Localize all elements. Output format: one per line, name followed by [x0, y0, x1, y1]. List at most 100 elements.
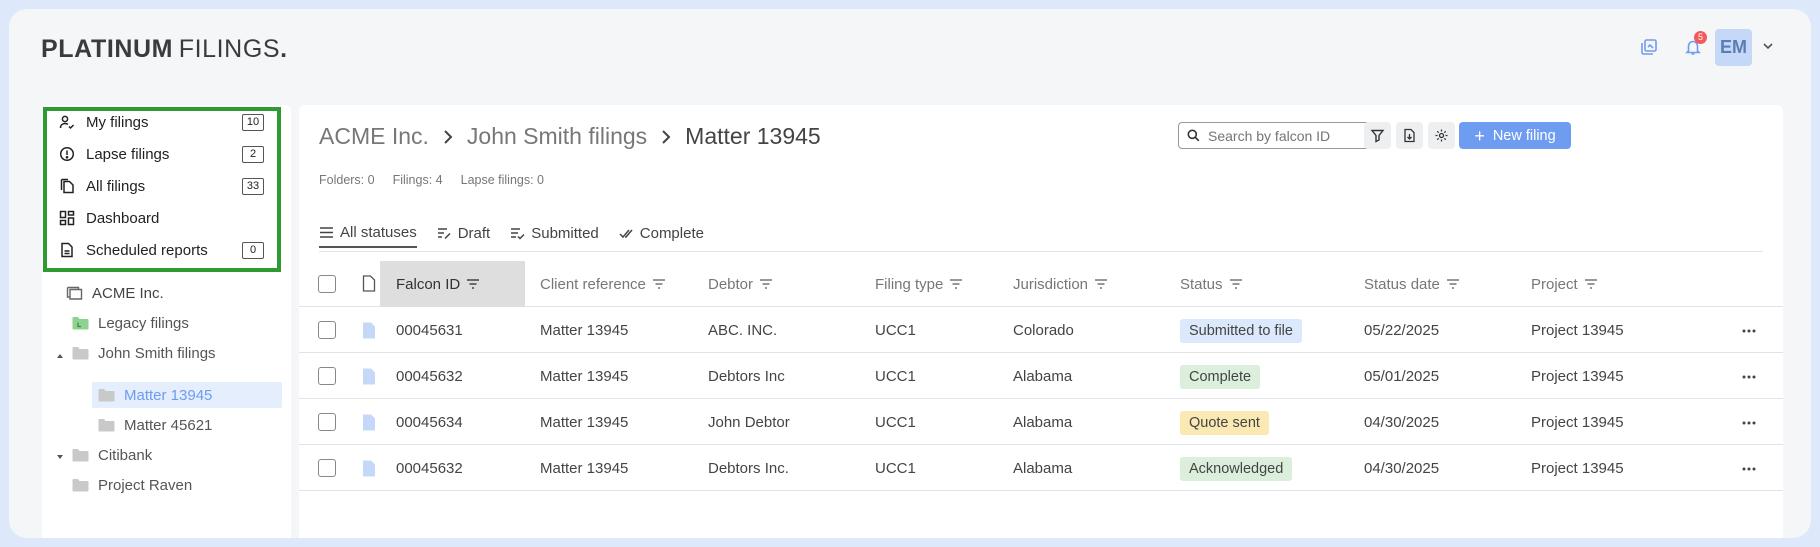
row-actions-button[interactable] [1739, 367, 1759, 387]
tree-item-label: Project Raven [98, 476, 193, 494]
dashboard-grid-icon [58, 209, 76, 227]
tab-draft[interactable]: Draft [437, 221, 491, 245]
cell-filing-type: UCC1 [875, 414, 916, 431]
tree-item-citibank[interactable]: Citibank [72, 442, 152, 468]
column-label: Client reference [540, 275, 646, 293]
column-label: Falcon ID [396, 275, 461, 293]
breadcrumb-item-current: Matter 13945 [685, 123, 821, 149]
breadcrumb-item-acme[interactable]: ACME Inc. [319, 123, 429, 150]
select-all-checkbox[interactable] [318, 275, 336, 293]
tab-complete[interactable]: Complete [619, 221, 704, 245]
collections-icon[interactable] [1637, 35, 1661, 59]
column-header-filing-type[interactable]: Filing type [875, 261, 963, 307]
search-icon [1187, 129, 1200, 142]
nav-item-dashboard[interactable]: Dashboard [58, 206, 270, 230]
nav-item-label: Dashboard [86, 209, 160, 227]
status-badge: Acknowledged [1180, 456, 1293, 481]
nav-item-label: Scheduled reports [86, 241, 208, 259]
tree-item-john-smith-filings[interactable]: John Smith filings [72, 340, 216, 366]
tree-item-matter-13945[interactable]: Matter 13945 [98, 382, 212, 408]
notifications-bell-icon[interactable]: 5 [1681, 31, 1707, 59]
column-header-status[interactable]: Status [1180, 261, 1243, 307]
table-row[interactable]: 00045631 Matter 13945 ABC. INC. UCC1 Col… [299, 308, 1783, 353]
filter-lines-icon [1095, 279, 1108, 289]
row-checkbox[interactable] [318, 413, 336, 431]
document-icon [362, 275, 376, 292]
row-checkbox[interactable] [318, 321, 336, 339]
tree-item-label: Matter 13945 [124, 386, 213, 404]
submitted-list-icon [511, 227, 525, 240]
caret-down-icon[interactable] [55, 452, 65, 462]
nav-item-lapse-filings[interactable]: Lapse filings 2 [58, 142, 270, 166]
table-row[interactable]: 00045632 Matter 13945 Debtors Inc. UCC1 … [299, 446, 1783, 491]
cell-falcon-id[interactable]: 00045632 [396, 446, 463, 491]
cell-project: Project 13945 [1531, 322, 1624, 339]
caret-up-icon[interactable] [55, 351, 65, 361]
cell-status-date: 05/01/2025 [1364, 368, 1440, 385]
copy-documents-icon [58, 177, 76, 195]
column-header-status-date[interactable]: Status date [1364, 261, 1460, 307]
breadcrumb: ACME Inc. John Smith filings Matter 1394… [319, 123, 821, 150]
cell-project: Project 13945 [1531, 414, 1624, 431]
tree-item-label: John Smith filings [98, 344, 216, 362]
folder-icon [98, 387, 116, 403]
tree-item-matter-45621[interactable]: Matter 45621 [98, 412, 212, 438]
row-actions-button[interactable] [1739, 459, 1759, 479]
nav-item-all-filings[interactable]: All filings 33 [58, 174, 270, 198]
nav-item-scheduled-reports[interactable]: Scheduled reports 0 [58, 238, 270, 262]
tree-item-acme-inc[interactable]: ACME Inc. [66, 280, 164, 306]
filter-button[interactable] [1364, 122, 1391, 149]
row-checkbox[interactable] [318, 459, 336, 477]
cell-falcon-id[interactable]: 00045631 [396, 308, 463, 353]
cell-client-reference: Matter 13945 [540, 460, 629, 477]
brand-logo-regular: FILINGS [178, 35, 281, 63]
cell-status: Submitted to file [1180, 308, 1302, 353]
file-download-icon [1404, 128, 1415, 143]
column-header-debtor[interactable]: Debtor [708, 261, 773, 307]
status-tabs: All statuses Draft Submitted Complete [319, 221, 724, 248]
cell-project: Project 13945 [1531, 368, 1624, 385]
column-header-client-reference[interactable]: Client reference [540, 261, 666, 307]
cell-debtor: John Debtor [708, 414, 790, 431]
filter-icon [1370, 129, 1385, 143]
cell-client-reference: Matter 13945 [540, 368, 629, 385]
tab-all-statuses[interactable]: All statuses [319, 221, 417, 248]
table-row[interactable]: 00045632 Matter 13945 Debtors Inc UCC1 A… [299, 354, 1783, 399]
tab-label: Draft [457, 224, 491, 242]
row-checkbox[interactable] [318, 367, 336, 385]
filter-lines-icon [467, 279, 480, 289]
user-avatar[interactable]: EM [1715, 29, 1752, 66]
search-box[interactable] [1178, 122, 1385, 149]
plus-icon: + [1474, 125, 1485, 146]
chevron-down-icon[interactable] [1761, 39, 1775, 53]
user-filings-icon [58, 113, 76, 131]
table-row[interactable]: 00045634 Matter 13945 John Debtor UCC1 A… [299, 400, 1783, 445]
nav-item-my-filings[interactable]: My filings 10 [58, 110, 270, 134]
settings-button[interactable] [1428, 122, 1455, 149]
new-filing-label: New filing [1492, 127, 1556, 144]
row-actions-button[interactable] [1739, 413, 1759, 433]
row-actions-button[interactable] [1739, 321, 1759, 341]
column-header-project[interactable]: Project [1531, 261, 1598, 307]
gear-icon [1435, 129, 1448, 142]
tab-label: All statuses [340, 223, 417, 241]
cell-falcon-id[interactable]: 00045632 [396, 354, 463, 399]
cell-jurisdiction: Alabama [1013, 414, 1073, 431]
double-check-icon [619, 229, 633, 238]
new-filing-button[interactable]: + New filing [1459, 122, 1571, 149]
table-header: Falcon ID Client reference Debtor Filing… [299, 261, 1783, 307]
column-label: Status date [1364, 275, 1440, 293]
alert-circle-icon [58, 145, 76, 163]
tab-submitted[interactable]: Submitted [510, 221, 599, 245]
tree-item-project-raven[interactable]: Project Raven [72, 472, 192, 498]
tree-item-label: ACME Inc. [92, 284, 164, 302]
cell-falcon-id[interactable]: 00045634 [396, 400, 463, 445]
tree-item-legacy-filings[interactable]: Legacy filings [72, 310, 189, 336]
search-input[interactable] [1208, 127, 1378, 144]
export-button[interactable] [1396, 122, 1423, 149]
column-header-falcon-id[interactable]: Falcon ID [380, 261, 525, 307]
breadcrumb-item-john-smith[interactable]: John Smith filings [467, 123, 647, 150]
cell-status: Quote sent [1180, 400, 1269, 445]
tabs-divider [319, 251, 1763, 252]
column-header-jurisdiction[interactable]: Jurisdiction [1013, 261, 1108, 307]
